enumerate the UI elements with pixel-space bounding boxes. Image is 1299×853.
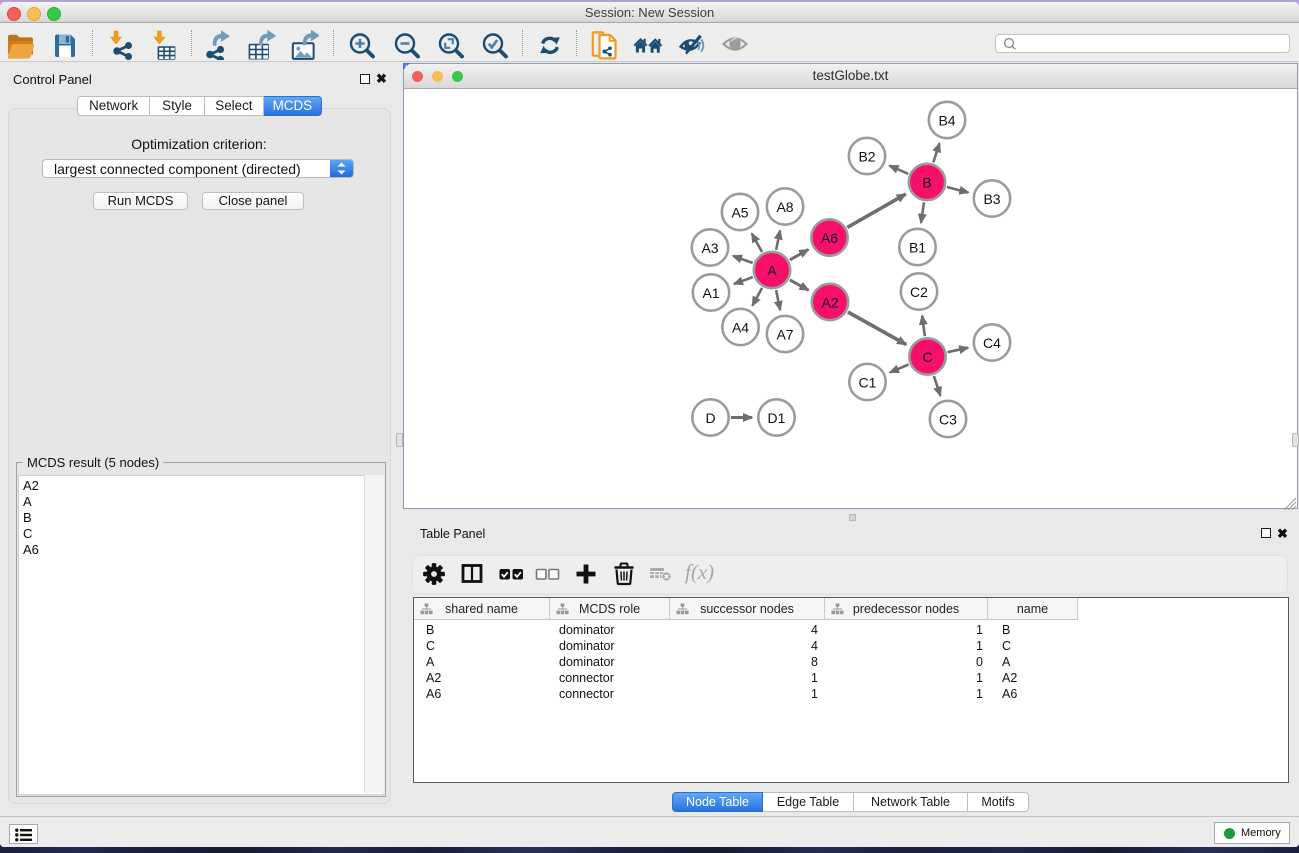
svg-text:C: C xyxy=(922,349,932,365)
svg-text:C4: C4 xyxy=(983,335,1001,351)
svg-text:B4: B4 xyxy=(938,113,955,129)
svg-text:A7: A7 xyxy=(776,327,793,343)
svg-text:B3: B3 xyxy=(983,191,1000,207)
svg-text:D: D xyxy=(705,410,715,426)
svg-text:D1: D1 xyxy=(768,410,786,426)
svg-text:A4: A4 xyxy=(732,320,749,336)
svg-text:B: B xyxy=(922,175,931,191)
svg-text:B2: B2 xyxy=(858,149,875,165)
svg-text:C3: C3 xyxy=(939,412,957,428)
svg-text:A3: A3 xyxy=(701,240,718,256)
svg-text:C2: C2 xyxy=(910,284,928,300)
svg-text:A6: A6 xyxy=(821,230,838,246)
svg-text:A8: A8 xyxy=(776,199,793,215)
svg-text:A5: A5 xyxy=(731,205,748,221)
svg-text:A2: A2 xyxy=(821,295,838,311)
svg-text:B1: B1 xyxy=(909,240,926,256)
svg-text:C1: C1 xyxy=(859,375,877,391)
svg-text:A: A xyxy=(767,263,777,279)
svg-text:A1: A1 xyxy=(702,285,719,301)
